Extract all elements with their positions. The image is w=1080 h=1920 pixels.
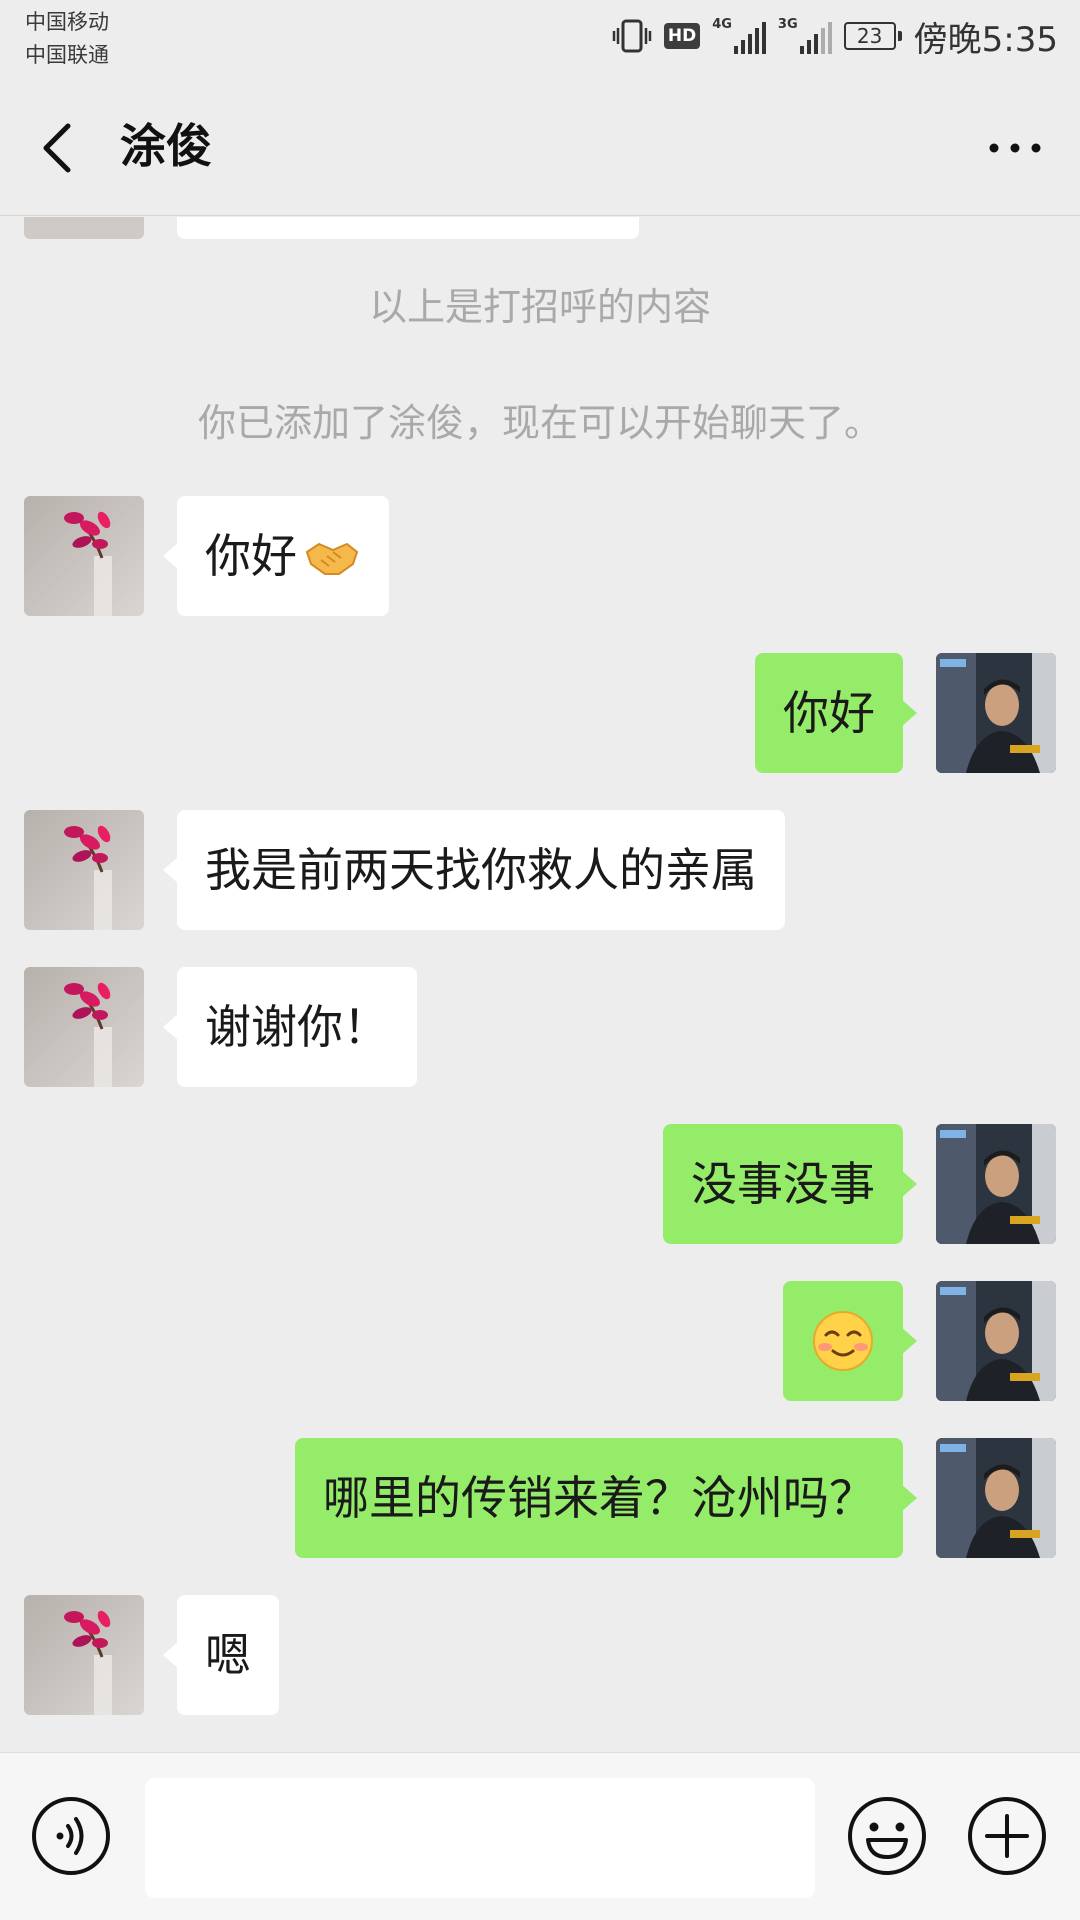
message-bubble-outgoing[interactable]: 没事没事 [663,1124,917,1244]
message-bubble-incoming[interactable] [177,217,639,239]
signal-3g: 3G [778,18,832,54]
message-text: 哪里的传销来着？沧州吗？ [323,1471,875,1525]
message-bubble-incoming[interactable]: 你好 [163,496,389,616]
chat-message-list[interactable]: 以上是打招呼的内容 你已添加了涂俊，现在可以开始聊天了。 你好 你好 我是前两天… [0,217,1080,1752]
message-text: 没事没事 [691,1157,875,1211]
chat-header: 涂俊 [0,82,1080,216]
message-bubble-incoming[interactable]: 我是前两天找你救人的亲属 [163,810,785,930]
back-arrow-icon[interactable] [30,116,86,180]
message-input[interactable] [145,1778,815,1898]
contact-avatar[interactable] [24,1595,144,1715]
message-bubble-incoming[interactable]: 谢谢你！ [163,967,417,1087]
clock: 傍晚5:35 [913,19,1058,60]
my-avatar[interactable] [936,1281,1056,1401]
blush-smile-emoji-icon [813,1311,873,1371]
more-functions-plus-icon[interactable] [966,1795,1048,1877]
system-message: 你已添加了涂俊，现在可以开始聊天了。 [197,401,882,445]
message-text: 谢谢你！ [205,1000,389,1054]
contact-avatar[interactable] [24,496,144,616]
message-bubble-incoming[interactable]: 嗯 [163,1595,279,1715]
message-text: 我是前两天找你救人的亲属 [205,843,757,897]
message-text: 你好 [205,529,297,583]
carrier-1: 中国移动 [25,10,109,34]
more-options-icon[interactable] [980,116,1050,180]
message-bubble-outgoing[interactable] [783,1281,917,1401]
signal-4g: 4G [712,18,766,54]
carrier-info: 中国移动 中国联通 [25,6,109,72]
signal-bars-icon [799,22,832,54]
emoji-picker-icon[interactable] [846,1795,928,1877]
my-avatar[interactable] [936,653,1056,773]
message-text: 你好 [783,686,875,740]
hd-badge: HD [663,23,701,49]
status-indicators: HD 4G 3G 23 傍晚5:35 [612,14,1058,60]
message-input-bar [0,1752,1080,1920]
battery-level: 23 [856,24,883,48]
my-avatar[interactable] [936,1124,1056,1244]
contact-avatar[interactable] [24,217,144,239]
network-type-2: 3G [777,17,798,32]
voice-input-icon[interactable] [30,1795,112,1877]
network-type-1: 4G [712,17,732,32]
contact-avatar[interactable] [24,967,144,1087]
battery-icon: 23 [843,22,902,50]
chat-title: 涂俊 [120,119,212,173]
message-bubble-outgoing[interactable]: 哪里的传销来着？沧州吗？ [295,1438,917,1558]
contact-avatar[interactable] [24,810,144,930]
system-message: 以上是打招呼的内容 [368,285,711,329]
signal-bars-icon [733,22,766,54]
message-bubble-outgoing[interactable]: 你好 [755,653,917,773]
vibrate-icon [612,19,652,53]
status-bar: 中国移动 中国联通 HD 4G 3G 23 傍晚5:35 [0,0,1080,82]
handshake-emoji-icon [305,542,359,575]
carrier-2: 中国联通 [25,43,109,67]
message-text: 嗯 [205,1628,251,1682]
my-avatar[interactable] [936,1438,1056,1558]
